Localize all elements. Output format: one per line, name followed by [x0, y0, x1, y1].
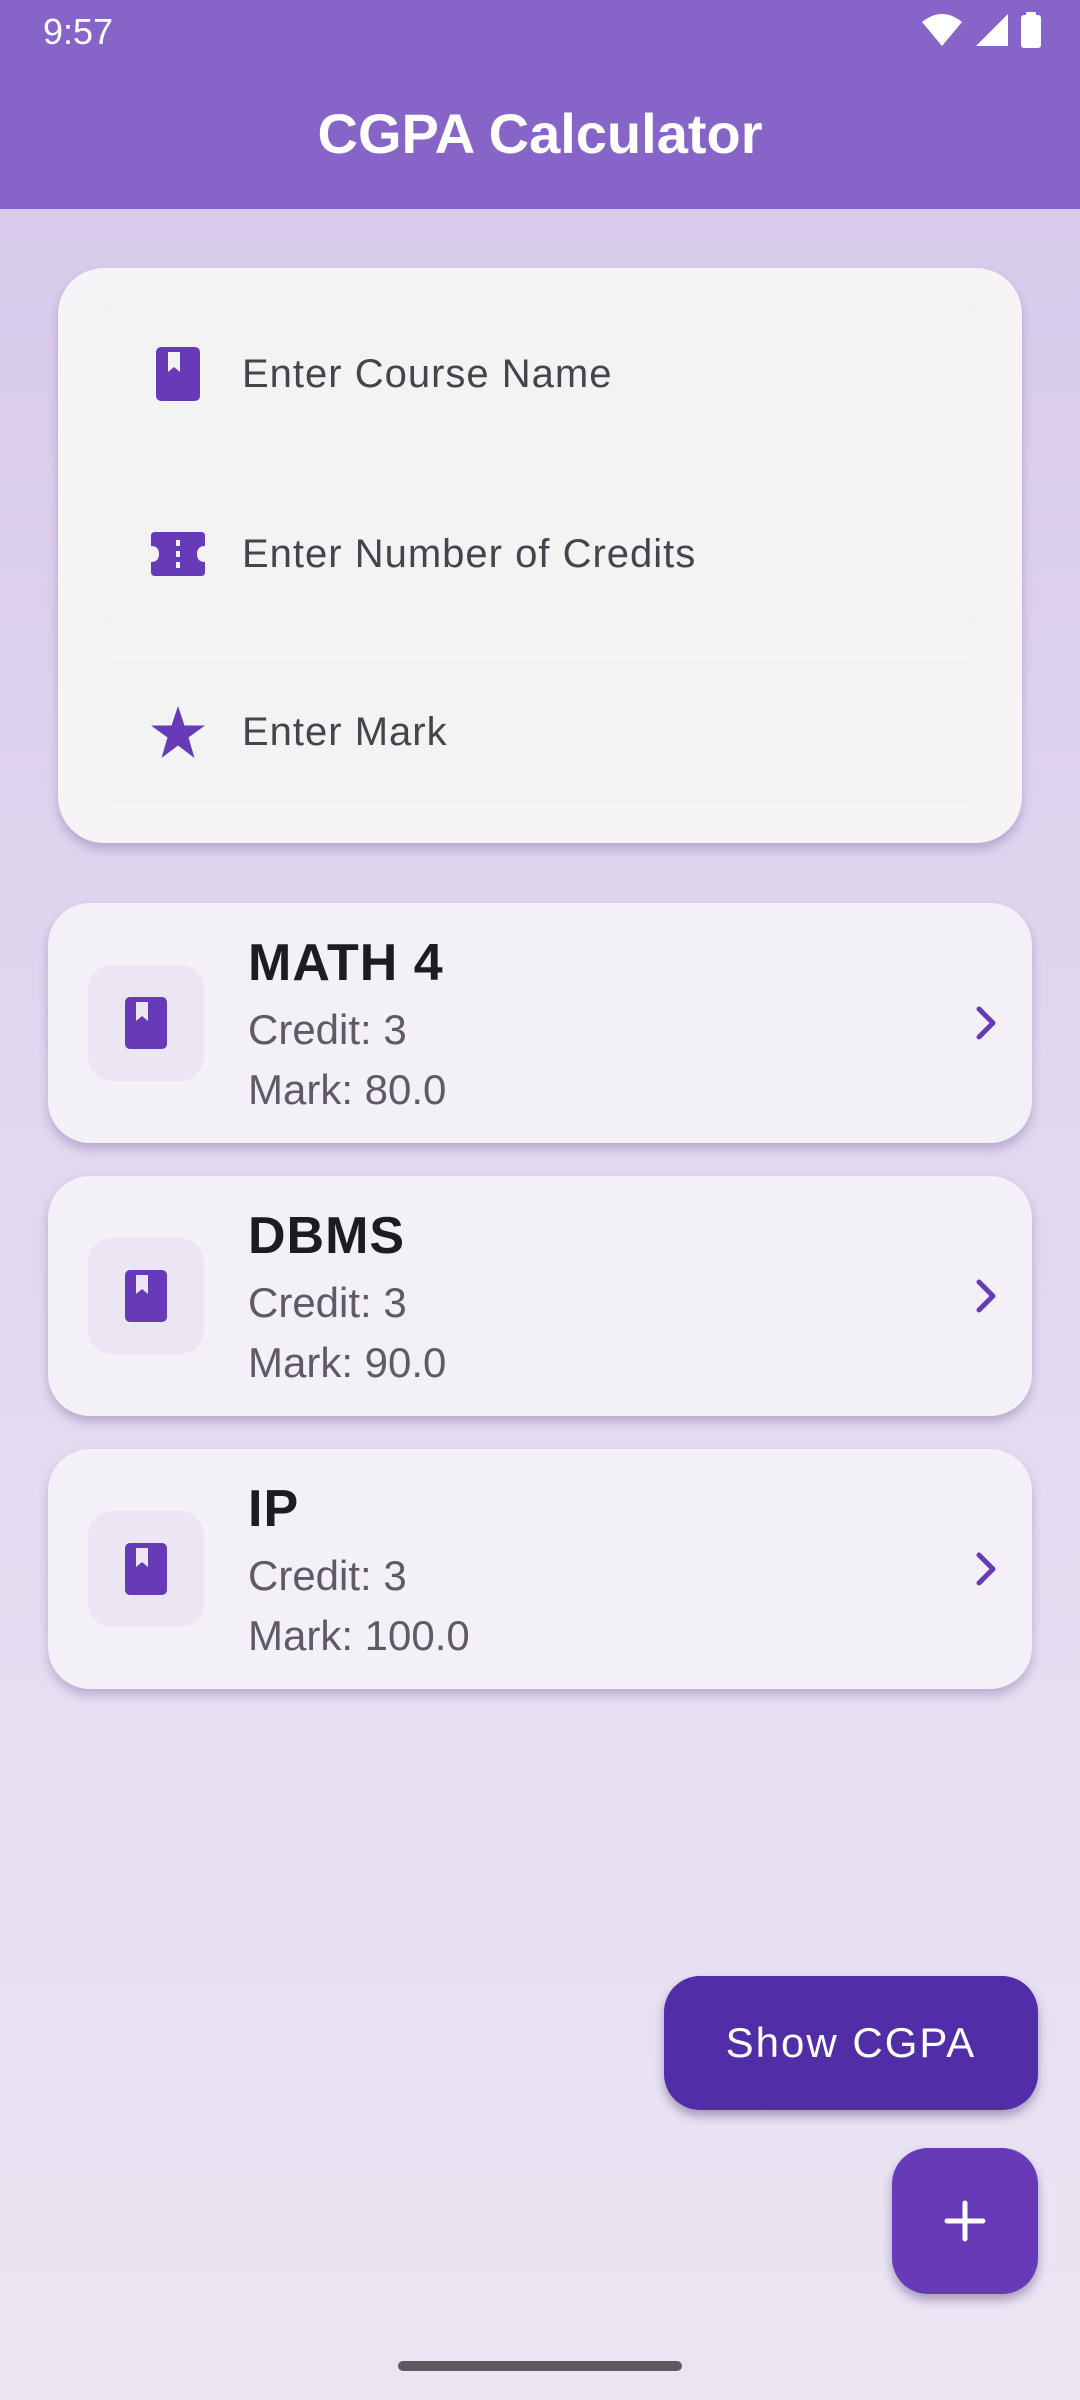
- course-credit: Credit: 3: [248, 1552, 407, 1599]
- course-name: DBMS: [248, 1207, 406, 1265]
- course-credit: Credit: 3: [248, 1279, 407, 1326]
- chevron-right-icon: [976, 1552, 996, 1586]
- signal-icon: [974, 12, 1010, 48]
- course-name: MATH 4: [248, 934, 444, 992]
- battery-icon: [1020, 12, 1042, 48]
- plus-icon: [944, 2200, 986, 2242]
- status-time: 9:57: [43, 11, 114, 52]
- course-mark: Mark: 90.0: [248, 1339, 447, 1386]
- book-icon: [125, 997, 167, 1049]
- status-icons: [920, 12, 1042, 48]
- chevron-right-icon: [976, 1279, 996, 1313]
- course-thumbnail: [88, 965, 204, 1081]
- app-bar: 9:57 CGPA Calculator: [0, 0, 1080, 209]
- course-thumbnail: [88, 1238, 204, 1354]
- home-indicator[interactable]: [398, 2361, 682, 2371]
- course-thumbnail: [88, 1511, 204, 1627]
- course-card[interactable]: MATH 4 Credit: 3 Mark: 80.0: [48, 903, 1032, 1143]
- course-card[interactable]: DBMS Credit: 3 Mark: 90.0: [48, 1176, 1032, 1416]
- course-name: IP: [248, 1480, 300, 1538]
- add-course-button[interactable]: [892, 2148, 1038, 2294]
- course-mark: Mark: 80.0: [248, 1066, 447, 1113]
- course-form-card: Enter Course Name Enter Number of Credit…: [58, 268, 1022, 843]
- wifi-icon: [920, 12, 964, 48]
- course-credit: Credit: 3: [248, 1006, 407, 1053]
- mark-field[interactable]: Enter Mark: [104, 658, 976, 806]
- page-title: CGPA Calculator: [317, 102, 763, 165]
- book-icon: [125, 1543, 167, 1595]
- show-cgpa-button[interactable]: Show CGPA: [664, 1976, 1038, 2110]
- course-name-field[interactable]: Enter Course Name: [104, 300, 976, 448]
- credits-field[interactable]: Enter Number of Credits: [104, 480, 976, 628]
- course-card[interactable]: IP Credit: 3 Mark: 100.0: [48, 1449, 1032, 1689]
- book-icon: [125, 1270, 167, 1322]
- chevron-right-icon: [976, 1006, 996, 1040]
- course-mark: Mark: 100.0: [248, 1612, 470, 1659]
